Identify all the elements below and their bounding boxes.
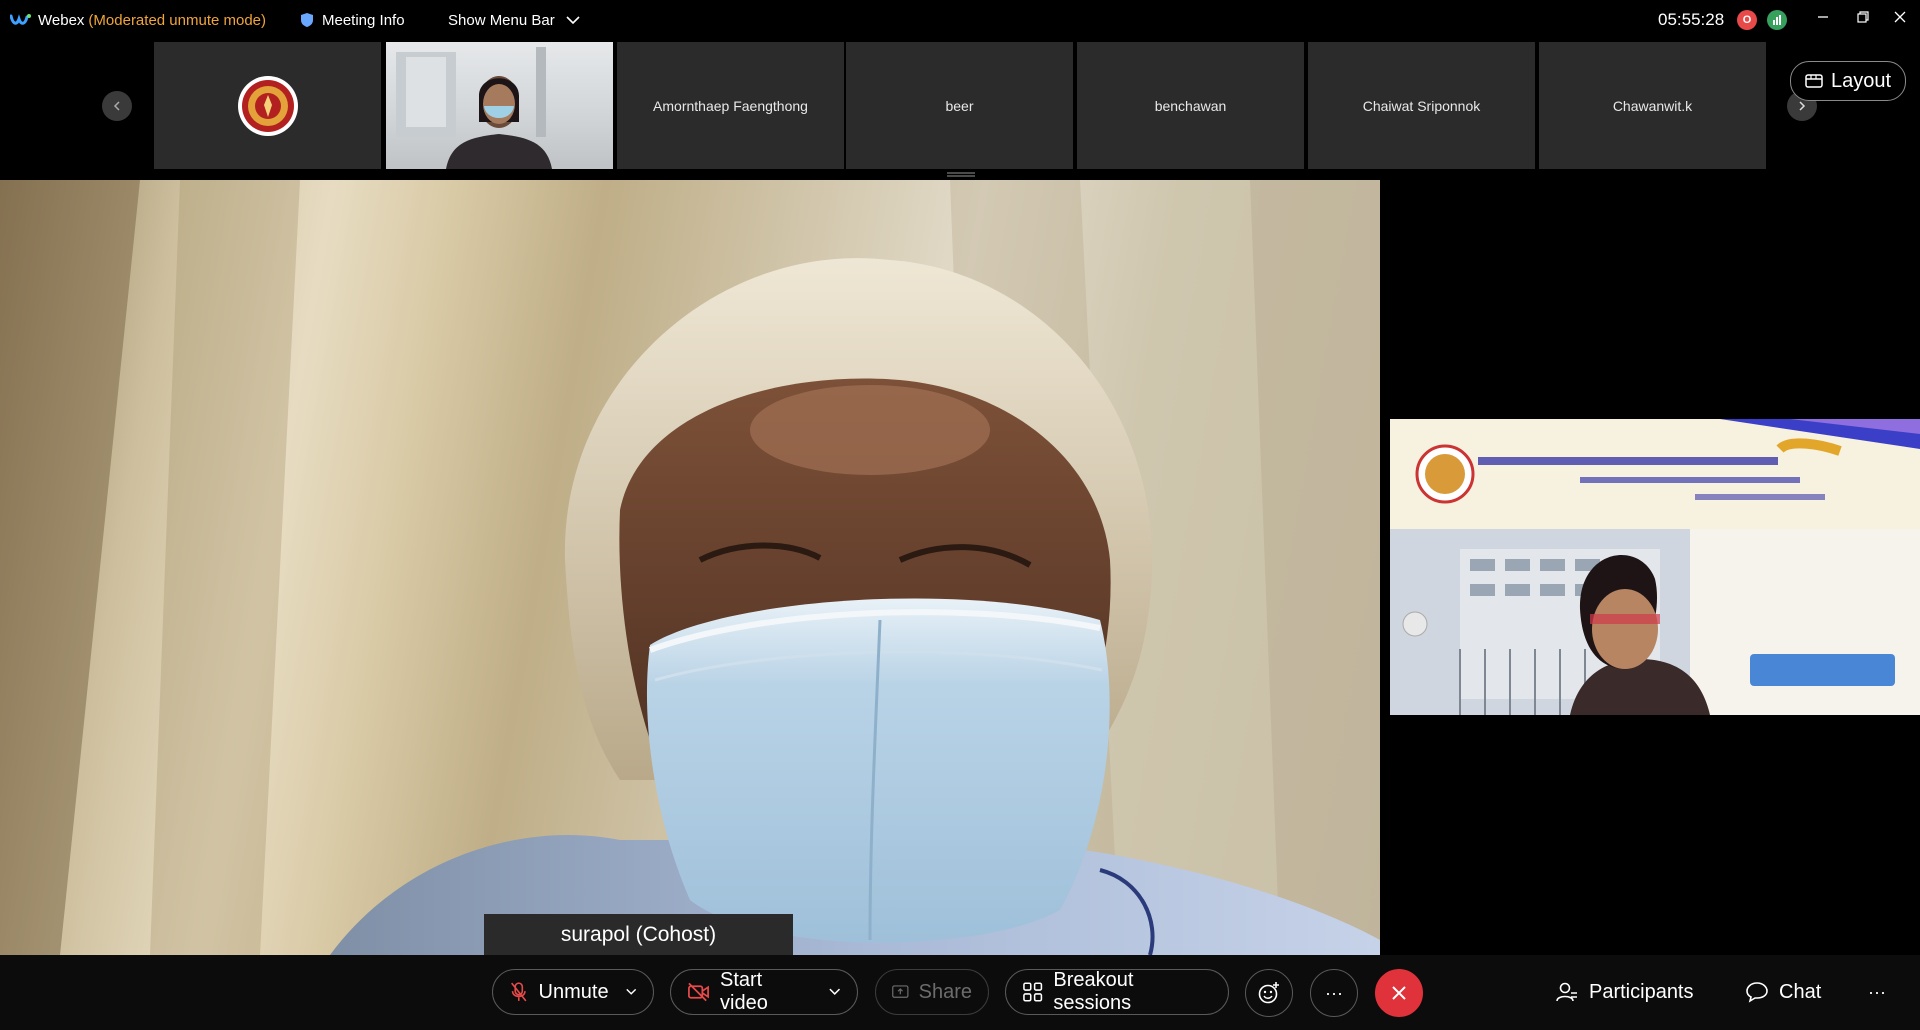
participant-tile[interactable]: Chawanwit.k: [1539, 42, 1766, 169]
app-name: Webex: [38, 11, 85, 29]
shield-icon: [301, 13, 313, 27]
overflow-menu-button[interactable]: ···: [1868, 969, 1886, 1015]
unmute-label: Unmute: [538, 980, 609, 1003]
restore-icon[interactable]: [1848, 4, 1878, 30]
chevron-left-icon[interactable]: [102, 91, 132, 121]
meeting-info-button[interactable]: Meeting Info: [300, 0, 405, 40]
participant-tile[interactable]: Chaiwat Sriponnok: [1308, 42, 1535, 169]
title-bar: Webex (Moderated unmute mode) Meeting In…: [0, 0, 1920, 40]
more-options-button[interactable]: ···: [1310, 969, 1358, 1017]
participant-name: Chawanwit.k: [1612, 97, 1693, 114]
participants-label: Participants: [1589, 980, 1694, 1003]
chat-icon: [1746, 982, 1768, 1003]
participant-tile[interactable]: Amornthaep Faengthong: [617, 42, 844, 169]
participants-icon: [1556, 982, 1577, 1002]
meeting-info-label: Meeting Info: [322, 11, 405, 29]
chevron-down-icon: [566, 16, 580, 25]
chat-button[interactable]: Chat: [1745, 969, 1821, 1015]
stats-bars: [1773, 15, 1781, 25]
show-menu-bar-label: Show Menu Bar: [448, 11, 555, 29]
share-button[interactable]: Share: [875, 969, 989, 1015]
participant-name: benchawan: [1154, 97, 1227, 114]
close-icon[interactable]: [1885, 4, 1915, 30]
webex-logo-icon: [10, 14, 31, 25]
participant-tile[interactable]: [154, 42, 381, 169]
participants-button[interactable]: Participants: [1555, 969, 1694, 1015]
secondary-video-image: [1390, 419, 1920, 715]
stats-icon[interactable]: [1767, 10, 1787, 30]
end-call-icon: [1392, 986, 1406, 1000]
active-speaker-name: surapol (Cohost): [484, 914, 793, 955]
layout-icon: [1805, 74, 1823, 88]
chevron-down-icon[interactable]: [625, 987, 637, 997]
breakout-label: Breakout sessions: [1053, 969, 1134, 1014]
video-off-icon: [688, 982, 709, 1002]
participant-tile[interactable]: benchawan: [1077, 42, 1304, 169]
unmute-button[interactable]: Unmute: [492, 969, 654, 1015]
layout-button[interactable]: Layout: [1790, 61, 1906, 101]
chat-label: Chat: [1779, 980, 1822, 1003]
overflow-menu-label: ···: [1868, 981, 1886, 1002]
record-label: O: [1742, 14, 1752, 26]
filmstrip-resize-handle[interactable]: [946, 172, 976, 178]
layout-label: Layout: [1830, 69, 1892, 92]
start-video-button[interactable]: Start video: [670, 969, 858, 1015]
breakout-sessions-button[interactable]: Breakout sessions: [1005, 969, 1229, 1015]
meeting-control-bar: Unmute Start video Share Breakout sessio…: [0, 955, 1920, 1030]
breakout-icon: [1023, 982, 1043, 1002]
participant-tile-video[interactable]: [386, 42, 613, 169]
record-icon[interactable]: O: [1737, 10, 1757, 30]
active-speaker-video[interactable]: [0, 180, 1380, 955]
organization-seal-icon: [237, 75, 298, 136]
active-speaker-image: [0, 180, 1380, 955]
end-call-button[interactable]: [1375, 969, 1423, 1017]
app-title: Webex (Moderated unmute mode): [10, 0, 266, 40]
participant-filmstrip: Amornthaep Faengthong beer benchawan Cha…: [0, 40, 1920, 177]
share-label: Share: [918, 980, 972, 1003]
minimize-icon[interactable]: [1808, 4, 1838, 30]
reactions-button[interactable]: [1245, 969, 1293, 1017]
participant-tile[interactable]: beer: [846, 42, 1073, 169]
start-video-label: Start video: [720, 969, 768, 1014]
chevron-down-icon[interactable]: [828, 987, 841, 997]
participant-name: Chaiwat Sriponnok: [1362, 97, 1481, 114]
more-options-label: ···: [1325, 982, 1343, 1003]
mic-muted-icon: [511, 982, 527, 1002]
participant-name: beer: [945, 97, 974, 114]
reaction-icon: [1258, 982, 1279, 1004]
share-icon: [892, 985, 909, 998]
participant-name: Amornthaep Faengthong: [653, 97, 808, 114]
participant-video-image: [396, 47, 552, 169]
secondary-participant-video[interactable]: [1390, 419, 1920, 715]
moderation-mode: (Moderated unmute mode): [88, 11, 267, 29]
meeting-clock: 05:55:28: [1658, 10, 1725, 29]
show-menu-bar-button[interactable]: Show Menu Bar: [448, 0, 581, 40]
